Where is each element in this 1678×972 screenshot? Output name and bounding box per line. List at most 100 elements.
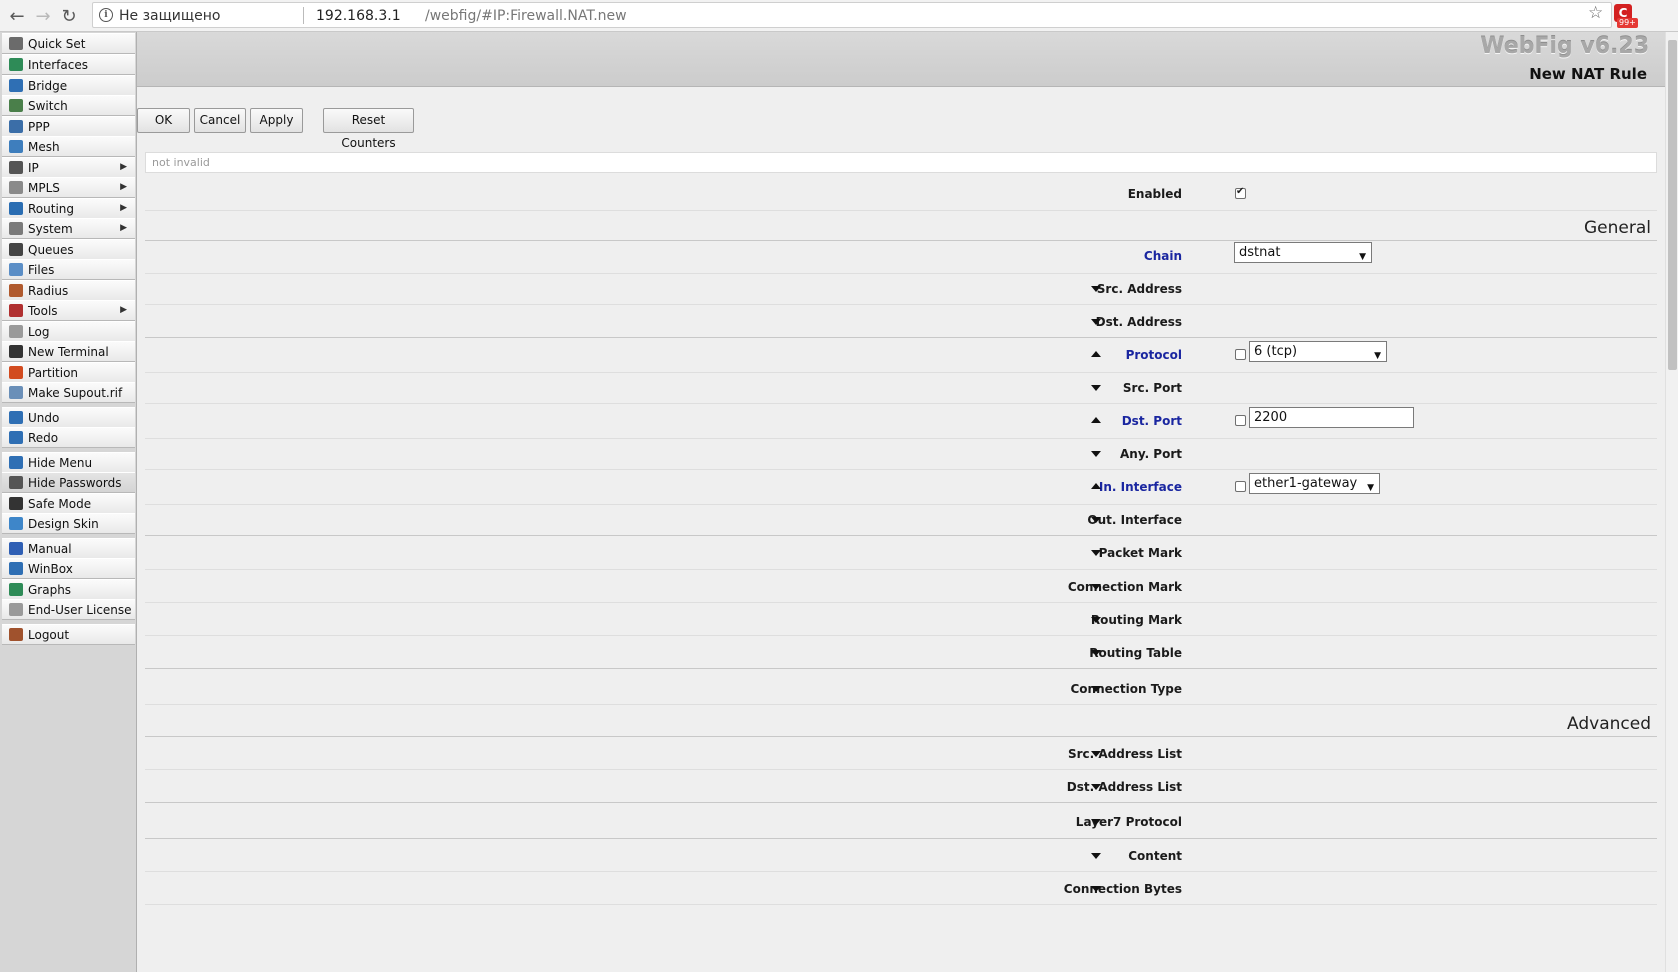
routing-mark-row: Routing Mark [145, 603, 1657, 636]
ok-button[interactable]: OK [137, 108, 190, 133]
sidebar-item-label: Tools [28, 304, 58, 318]
expand-arrow-icon[interactable] [1089, 780, 1103, 794]
sidebar-item-files[interactable]: Files [2, 259, 135, 280]
sidebar-item-manual[interactable]: Manual [2, 538, 135, 559]
in-interface-label: In. Interface [1098, 480, 1182, 494]
packet-mark-row: Packet Mark [145, 536, 1657, 570]
connection-mark-label: Connection Mark [1067, 580, 1182, 594]
sidebar-item-label: Partition [28, 366, 79, 380]
sidebar-item-design-skin[interactable]: Design Skin [2, 513, 135, 534]
sidebar-item-mesh[interactable]: Mesh [2, 136, 135, 157]
expand-arrow-icon[interactable] [1089, 546, 1103, 560]
connection-bytes-row: Connection Bytes [145, 872, 1657, 905]
dst-port-input[interactable]: 2200 [1249, 407, 1414, 428]
sidebar-item-mpls[interactable]: MPLS ▶ [2, 177, 135, 198]
sidebar-item-label: Log [28, 325, 50, 339]
sidebar-item-label: Undo [28, 411, 60, 425]
apply-button[interactable]: Apply [250, 108, 303, 133]
expand-arrow-icon[interactable] [1089, 315, 1103, 329]
sidebar-item-interfaces[interactable]: Interfaces [2, 54, 135, 75]
sidebar-item-radius[interactable]: Radius [2, 280, 135, 301]
security-label[interactable]: Не защищено [119, 8, 220, 24]
wand-icon [9, 37, 23, 50]
sidebar-item-tools[interactable]: Tools ▶ [2, 300, 135, 321]
reset-counters-button[interactable]: Reset Counters [323, 108, 414, 150]
browser-toolbar: ← → ↻ i Не защищено 192.168.3.1 /webfig/… [0, 0, 1678, 32]
forward-arrow-icon[interactable]: → [32, 5, 54, 27]
expand-arrow-icon[interactable] [1089, 882, 1103, 896]
sidebar-item-routing[interactable]: Routing ▶ [2, 198, 135, 219]
content-row: Content [145, 839, 1657, 872]
expand-arrow-icon[interactable] [1089, 381, 1103, 395]
sidebar-item-winbox[interactable]: WinBox [2, 558, 135, 579]
protocol-negate-checkbox[interactable] [1235, 349, 1246, 360]
reload-icon[interactable]: ↻ [58, 5, 80, 27]
redo-icon [9, 431, 23, 444]
expand-arrow-icon[interactable] [1089, 646, 1103, 660]
sidebar-item-partition[interactable]: Partition [2, 362, 135, 383]
sidebar-item-ppp[interactable]: PPP [2, 116, 135, 137]
sidebar-item-undo[interactable]: Undo [2, 407, 135, 428]
sidebar-item-logout[interactable]: Logout [2, 624, 135, 645]
expand-arrow-icon[interactable] [1089, 682, 1103, 696]
page-scrollbar[interactable] [1665, 32, 1678, 972]
expand-arrow-icon[interactable] [1089, 747, 1103, 761]
collapse-arrow-icon[interactable] [1089, 414, 1103, 428]
sidebar-item-switch[interactable]: Switch [2, 95, 135, 116]
files-icon [9, 263, 23, 276]
connection-bytes-label: Connection Bytes [1063, 882, 1182, 896]
sidebar-item-ip[interactable]: IP ▶ [2, 157, 135, 178]
chain-select[interactable]: dstnat ▼ [1234, 242, 1372, 263]
sidebar-item-graphs[interactable]: Graphs [2, 579, 135, 600]
hide-passwords-icon [9, 476, 23, 489]
dropdown-caret-icon: ▼ [1359, 252, 1366, 262]
sidebar-item-make-supout-rif[interactable]: Make Supout.rif [2, 382, 135, 403]
sidebar-item-log[interactable]: Log [2, 321, 135, 342]
sidebar-item-hide-menu[interactable]: Hide Menu [2, 452, 135, 473]
sidebar-item-redo[interactable]: Redo [2, 427, 135, 448]
sidebar-item-quick-set[interactable]: Quick Set [2, 33, 135, 54]
bookmark-star-icon[interactable]: ☆ [1588, 3, 1603, 23]
sidebar-item-hide-passwords[interactable]: Hide Passwords [2, 472, 135, 493]
license-icon [9, 603, 23, 616]
src-port-label: Src. Port [1122, 381, 1182, 395]
in-interface-select[interactable]: ether1-gateway ▼ [1249, 473, 1380, 494]
supout-icon [9, 386, 23, 399]
url-host[interactable]: 192.168.3.1 [316, 8, 401, 24]
in-interface-negate-checkbox[interactable] [1235, 481, 1246, 492]
sidebar-item-system[interactable]: System ▶ [2, 218, 135, 239]
expand-arrow-icon[interactable] [1089, 580, 1103, 594]
expand-arrow-icon[interactable] [1089, 613, 1103, 627]
url-path[interactable]: /webfig/#IP:Firewall.NAT.new [425, 8, 627, 24]
collapse-arrow-icon[interactable] [1089, 480, 1103, 494]
status-message: not invalid [145, 152, 1657, 173]
address-bar[interactable]: i Не защищено 192.168.3.1 /webfig/#IP:Fi… [92, 2, 1612, 28]
back-arrow-icon[interactable]: ← [6, 5, 28, 27]
switch-icon [9, 99, 23, 112]
protocol-select[interactable]: 6 (tcp) ▼ [1249, 341, 1387, 362]
scrollbar-thumb[interactable] [1668, 40, 1677, 370]
page-title: New NAT Rule [1529, 65, 1647, 83]
expand-arrow-icon[interactable] [1089, 513, 1103, 527]
sidebar-item-queues[interactable]: Queues [2, 239, 135, 260]
dst-port-negate-checkbox[interactable] [1235, 415, 1246, 426]
safe-mode-icon [9, 497, 23, 510]
expand-arrow-icon[interactable] [1089, 815, 1103, 829]
enabled-checkbox[interactable]: ✔ [1235, 186, 1246, 199]
sidebar-item-end-user-license[interactable]: End-User License [2, 599, 135, 620]
terminal-icon [9, 345, 23, 358]
expand-arrow-icon[interactable] [1089, 282, 1103, 296]
sidebar-item-new-terminal[interactable]: New Terminal [2, 341, 135, 362]
sidebar-item-safe-mode[interactable]: Safe Mode [2, 493, 135, 514]
routing-table-label: Routing Table [1089, 646, 1182, 660]
expand-arrow-icon[interactable] [1089, 447, 1103, 461]
sidebar-item-label: Bridge [28, 79, 68, 93]
sidebar-item-label: Mesh [28, 140, 60, 154]
hide-menu-icon [9, 456, 23, 469]
ppp-icon [9, 120, 23, 133]
collapse-arrow-icon[interactable] [1089, 348, 1103, 362]
expand-arrow-icon[interactable] [1089, 849, 1103, 863]
cancel-button[interactable]: Cancel [194, 108, 246, 133]
sidebar-item-bridge[interactable]: Bridge [2, 75, 135, 96]
info-icon[interactable]: i [99, 8, 113, 22]
